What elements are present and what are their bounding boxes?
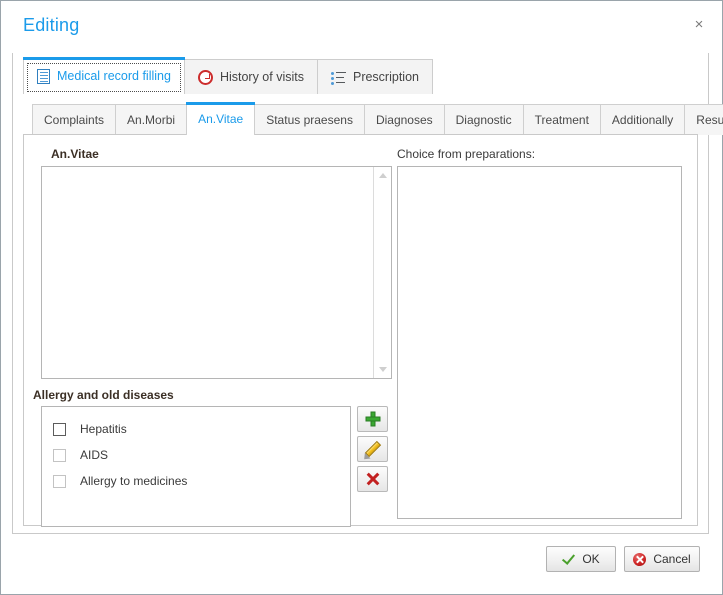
- allergy-and-old-diseases-label: Allergy and old diseases: [33, 388, 174, 402]
- cancel-icon: [633, 552, 647, 566]
- primary-tabstrip: Medical record filling History of visits…: [23, 57, 433, 94]
- editing-dialog-window: Editing × Medical record filling History…: [0, 0, 723, 595]
- tab-history-of-visits[interactable]: History of visits: [183, 59, 318, 94]
- subtab-diagnostic[interactable]: Diagnostic: [443, 104, 524, 135]
- an-vitae-scrollbar[interactable]: [373, 167, 391, 378]
- scroll-up-icon[interactable]: [378, 173, 387, 178]
- an-vitae-tab-panel: An.Vitae Allergy and old diseases Hepati…: [23, 134, 698, 527]
- secondary-tabstrip: Complaints An.Morbi An.Vitae Status prae…: [32, 102, 723, 135]
- subtab-an-morbi[interactable]: An.Morbi: [115, 104, 188, 135]
- subtab-complaints-label: Complaints: [44, 113, 105, 127]
- subtab-an-morbi-label: An.Morbi: [127, 113, 176, 127]
- cancel-button-label: Cancel: [653, 552, 691, 566]
- cancel-button[interactable]: Cancel: [624, 546, 700, 572]
- check-icon: [562, 553, 575, 565]
- choice-from-preparations-label: Choice from preparations:: [397, 147, 536, 161]
- document-icon: [37, 68, 50, 84]
- list-icon: [330, 71, 346, 85]
- page-title: Editing: [23, 15, 80, 35]
- plus-icon: [365, 411, 380, 427]
- subtab-result-label: Result: [696, 113, 723, 127]
- subtab-diagnoses-label: Diagnoses: [375, 113, 433, 127]
- subtab-status-praesens-label: Status praesens: [266, 113, 353, 127]
- tab-prescription[interactable]: Prescription: [316, 59, 433, 94]
- delete-button[interactable]: [357, 466, 388, 492]
- close-icon[interactable]: ×: [686, 13, 712, 37]
- subtab-status-praesens[interactable]: Status praesens: [254, 104, 365, 135]
- subtab-an-vitae[interactable]: An.Vitae: [186, 102, 256, 135]
- scroll-down-icon[interactable]: [378, 367, 387, 372]
- list-item-aids[interactable]: AIDS: [42, 442, 350, 468]
- add-button[interactable]: [357, 406, 388, 432]
- subtab-treatment-label: Treatment: [534, 113, 589, 127]
- subtab-diagnostic-label: Diagnostic: [455, 113, 512, 127]
- checkbox-aids[interactable]: [53, 448, 66, 462]
- checkbox-hepatitis[interactable]: [53, 422, 66, 436]
- subtab-complaints[interactable]: Complaints: [32, 104, 117, 135]
- list-item-label: AIDS: [80, 448, 109, 462]
- subtab-diagnoses[interactable]: Diagnoses: [363, 104, 445, 135]
- tab-medical-record-filling-label: Medical record filling: [57, 69, 171, 83]
- subtab-additionally-label: Additionally: [611, 113, 674, 127]
- ok-button[interactable]: OK: [546, 546, 616, 572]
- pencil-icon: [364, 440, 381, 458]
- list-item-hepatitis[interactable]: Hepatitis: [42, 416, 350, 442]
- preparations-list[interactable]: [397, 166, 682, 519]
- list-item-allergy-to-medicines[interactable]: Allergy to medicines: [42, 468, 350, 494]
- tab-history-of-visits-label: History of visits: [219, 70, 304, 84]
- checkbox-allergy-to-medicines[interactable]: [53, 474, 66, 488]
- ok-button-label: OK: [582, 552, 600, 566]
- an-vitae-label: An.Vitae: [51, 147, 99, 161]
- subtab-treatment[interactable]: Treatment: [522, 104, 601, 135]
- delete-x-icon: [365, 472, 380, 487]
- subtab-additionally[interactable]: Additionally: [599, 104, 686, 135]
- allergy-checkbox-list[interactable]: Hepatitis AIDS Allergy to medicines: [41, 406, 351, 527]
- subtab-an-vitae-label: An.Vitae: [198, 112, 244, 126]
- list-item-label: Hepatitis: [80, 422, 127, 436]
- list-item-label: Allergy to medicines: [80, 474, 188, 488]
- tab-medical-record-filling[interactable]: Medical record filling: [23, 57, 185, 94]
- an-vitae-textarea[interactable]: [41, 166, 392, 379]
- tab-prescription-label: Prescription: [352, 70, 419, 84]
- title-bar: Editing ×: [1, 1, 722, 47]
- edit-button[interactable]: [357, 436, 388, 462]
- clock-icon: [197, 69, 213, 85]
- subtab-result[interactable]: Result: [684, 104, 723, 135]
